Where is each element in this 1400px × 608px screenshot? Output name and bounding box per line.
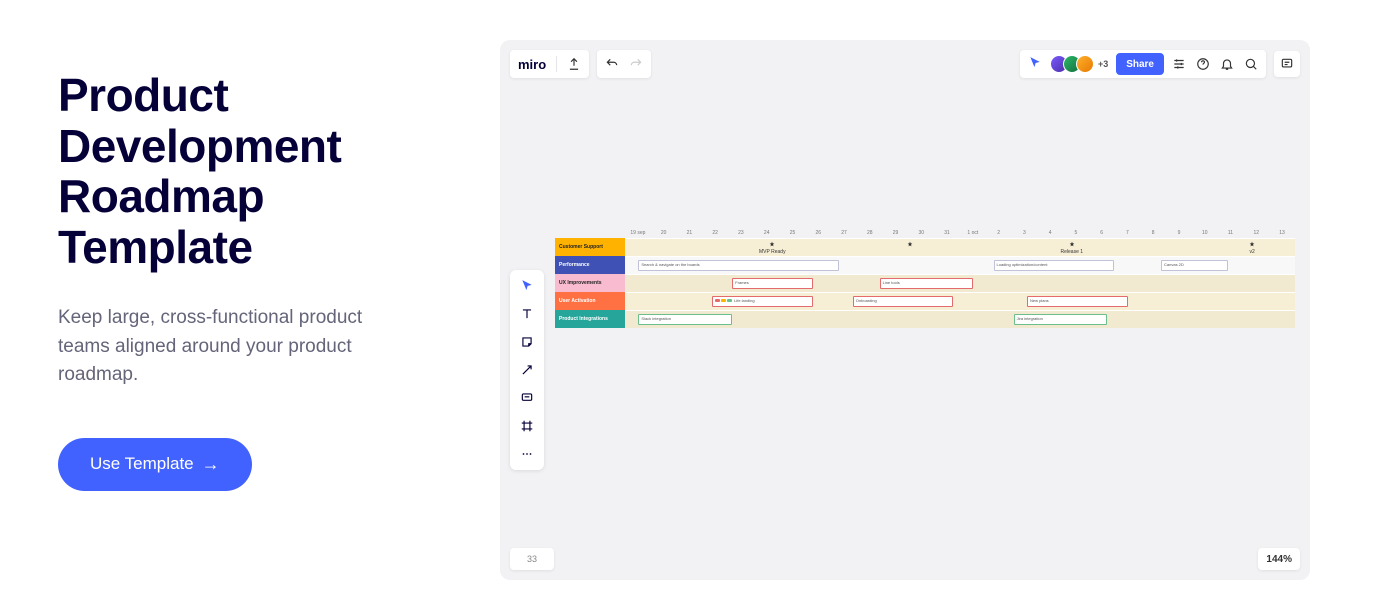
date-tick: 2	[986, 230, 1012, 236]
roadmap-task[interactable]: Line tools	[880, 278, 974, 289]
roadmap-task[interactable]: Canvas 2D	[1161, 260, 1228, 271]
roadmap-canvas[interactable]: 19 sep2021222324252627282930311 oct23456…	[555, 230, 1295, 328]
avatar[interactable]	[1076, 55, 1094, 73]
zoom-value: 144%	[1266, 554, 1292, 565]
date-tick: 26	[805, 230, 831, 236]
row-performance: Performance Search & navigate on the boa…	[555, 256, 1295, 274]
date-tick: 29	[883, 230, 909, 236]
undo-icon[interactable]	[605, 57, 619, 71]
share-button[interactable]: Share	[1116, 53, 1164, 75]
miro-board-preview: miro	[500, 40, 1310, 580]
row-label: Customer Support	[555, 238, 625, 256]
row-label: Product Integrations	[555, 310, 625, 328]
collab-group: +3 Share	[1020, 50, 1266, 78]
date-axis: 19 sep2021222324252627282930311 oct23456…	[625, 230, 1295, 236]
cta-label: Use Template	[90, 454, 194, 474]
roadmap-task[interactable]: Life landing	[712, 296, 813, 307]
roadmap-task[interactable]: Onboarding	[853, 296, 954, 307]
row-user-activation: User Activation Life landing Onboarding Ne…	[555, 292, 1295, 310]
text-tool-icon[interactable]	[519, 306, 535, 322]
date-tick: 24	[754, 230, 780, 236]
search-icon[interactable]	[1244, 57, 1258, 71]
undo-redo-group[interactable]	[597, 50, 651, 78]
export-icon[interactable]	[567, 57, 581, 71]
frame-tool-icon[interactable]	[519, 418, 535, 434]
bell-icon[interactable]	[1220, 57, 1234, 71]
roadmap-task[interactable]: Jira integration	[1014, 314, 1108, 325]
page-number: 33	[527, 554, 537, 564]
date-tick: 23	[728, 230, 754, 236]
date-tick: 21	[677, 230, 703, 236]
use-template-button[interactable]: Use Template →	[58, 438, 252, 491]
date-tick: 4	[1037, 230, 1063, 236]
redo-icon[interactable]	[629, 57, 643, 71]
date-tick: 7	[1115, 230, 1141, 236]
date-tick: 3	[1011, 230, 1037, 236]
row-ux: UX Improvements Frames Line tools	[555, 274, 1295, 292]
milestone-marker[interactable]: Release 1	[1061, 241, 1084, 255]
miro-logo: miro	[518, 57, 546, 72]
avatar-overflow-count[interactable]: +3	[1098, 59, 1108, 69]
milestone-marker[interactable]	[906, 241, 914, 249]
date-tick: 8	[1140, 230, 1166, 236]
sticky-note-tool-icon[interactable]	[519, 334, 535, 350]
date-tick: 20	[651, 230, 677, 236]
milestone-marker[interactable]: v2	[1248, 241, 1256, 255]
date-tick: 9	[1166, 230, 1192, 236]
date-tick: 5	[1063, 230, 1089, 236]
date-tick: 30	[908, 230, 934, 236]
arrow-tool-icon[interactable]	[519, 362, 535, 378]
row-customer-support: Customer Support MVP Ready Release 1 v2	[555, 238, 1295, 256]
avatar-stack[interactable]: +3	[1050, 55, 1108, 73]
more-tools-icon[interactable]	[519, 446, 535, 462]
select-tool-icon[interactable]	[519, 278, 535, 294]
cursor-pointer-icon[interactable]	[1028, 56, 1042, 73]
date-tick: 25	[780, 230, 806, 236]
roadmap-task[interactable]: Search & navigate on the boards	[638, 260, 839, 271]
date-tick: 1 oct	[960, 230, 986, 236]
date-tick: 6	[1089, 230, 1115, 236]
roadmap-task[interactable]: Slack integration	[638, 314, 732, 325]
date-tick: 10	[1192, 230, 1218, 236]
roadmap-task[interactable]: Loading optimization/content	[994, 260, 1115, 271]
date-tick: 19 sep	[625, 230, 651, 236]
row-label: UX Improvements	[555, 274, 625, 292]
help-icon[interactable]	[1196, 57, 1210, 71]
roadmap-task[interactable]: Frames	[732, 278, 812, 289]
date-tick: 22	[702, 230, 728, 236]
page-subhead: Keep large, cross-functional product tea…	[58, 304, 418, 390]
comments-button[interactable]	[1274, 51, 1300, 77]
zoom-indicator[interactable]: 144%	[1258, 548, 1300, 570]
arrow-right-icon: →	[202, 454, 220, 475]
date-tick: 27	[831, 230, 857, 236]
settings-sliders-icon[interactable]	[1172, 57, 1186, 71]
date-tick: 28	[857, 230, 883, 236]
date-tick: 31	[934, 230, 960, 236]
date-tick: 12	[1243, 230, 1269, 236]
page-headline: Product Development Roadmap Template	[58, 70, 430, 272]
row-label: User Activation	[555, 292, 625, 310]
milestone-marker[interactable]: MVP Ready	[759, 241, 786, 255]
roadmap-task[interactable]: New plans	[1027, 296, 1128, 307]
date-tick: 11	[1218, 230, 1244, 236]
row-integrations: Product Integrations Slack integration Ji…	[555, 310, 1295, 328]
logo-group[interactable]: miro	[510, 50, 589, 78]
row-label: Performance	[555, 256, 625, 274]
page-navigator[interactable]: 33	[510, 548, 554, 570]
comment-tool-icon[interactable]	[519, 390, 535, 406]
date-tick: 13	[1269, 230, 1295, 236]
tool-palette	[510, 270, 544, 470]
